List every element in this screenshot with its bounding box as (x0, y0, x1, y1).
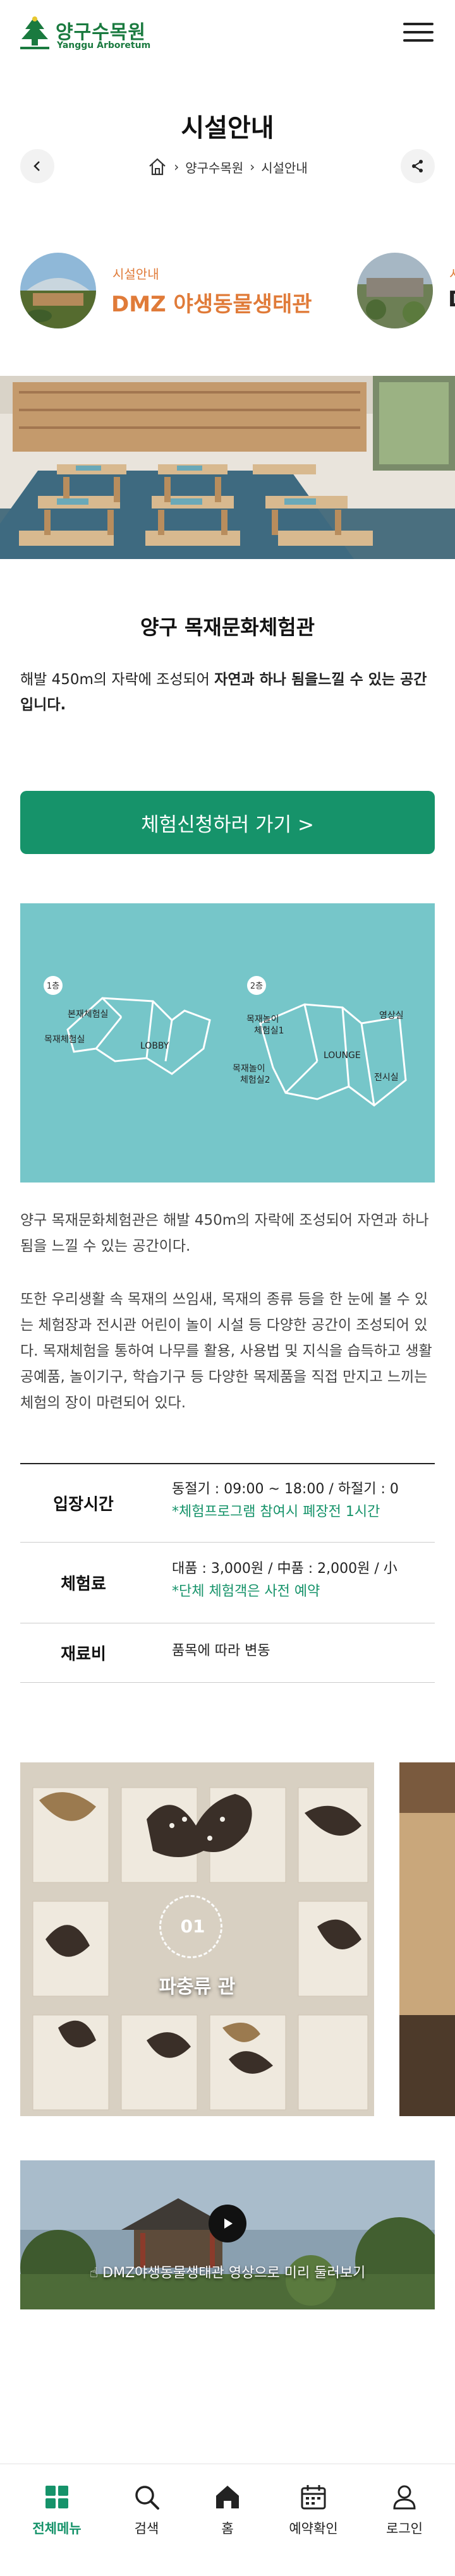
nav-label: 홈 (221, 2521, 234, 2536)
facility-category: 시 (449, 264, 455, 282)
nav-login[interactable]: 로그인 (359, 2477, 450, 2553)
hand-pointer-icon: ☝ (89, 2265, 103, 2281)
intro-text-prefix: 해발 450m의 자락에 조성되어 (20, 671, 215, 688)
room-label: LOUNGE (324, 1050, 361, 1061)
section-title: 양구 목재문화체험관 (140, 615, 315, 639)
room-label: 전시실 (374, 1073, 399, 1083)
chevron-right-icon: › (250, 159, 255, 174)
share-icon (412, 160, 423, 172)
chevron-right-icon: › (174, 159, 179, 174)
exhibit-gallery: 01 파충류 관 (20, 1762, 455, 2116)
gallery-number: 01 (180, 1916, 205, 1937)
info-value-line: 대품 : 3,000원 / 中품 : 2,000원 / 小 (172, 1561, 397, 1577)
nav-label: 전체메뉴 (32, 2521, 82, 2536)
room-label: 체험실2 (240, 1075, 270, 1085)
tree-logo-icon (20, 16, 49, 49)
video-caption: ☝ DMZ야생동물생태관 영상으로 미리 둘러보기 (20, 2261, 435, 2282)
nav-label: 로그인 (386, 2521, 423, 2536)
play-button[interactable] (209, 2205, 246, 2242)
info-value: 품목에 따라 변동 (172, 1640, 435, 1663)
hero-image (0, 376, 455, 559)
promo-video[interactable]: ☝ DMZ야생동물생태관 영상으로 미리 둘러보기 (20, 2160, 435, 2309)
info-key: 재료비 (61, 1645, 106, 1664)
nav-label: 예약확인 (289, 2521, 338, 2536)
room-label: LOBBY (140, 1041, 169, 1051)
info-table: 입장시간 동절기 : 09:00 ~ 18:00 / 하절기 : 0 *체험프로… (20, 1463, 435, 1683)
description-paragraph: 또한 우리생활 속 목재의 쓰임새, 목재의 종류 등을 한 눈에 볼 수 있는… (20, 1291, 432, 1411)
nav-label: 검색 (134, 2521, 159, 2536)
grid-icon (46, 2486, 68, 2508)
logo-english-text: Yanggu Arboretum (57, 40, 151, 51)
gallery-number-badge: 01 (159, 1895, 222, 1958)
intro-text: 해발 450m의 자락에 조성되어 자연과 하나 됨을느낄 수 있는 공간입니다… (20, 667, 437, 718)
room-label: 영상실 (379, 1011, 404, 1021)
floor-label: 1층 (47, 982, 59, 991)
gallery-slide[interactable]: 01 파충류 관 (20, 1762, 374, 2116)
facility-name: D (448, 287, 455, 312)
room-label: 목재놀이 (233, 1064, 265, 1074)
page-title: 시설안내 (181, 114, 274, 143)
info-note: *단체 체험객은 사전 예약 (172, 1584, 320, 1599)
floor-label: 2층 (250, 982, 263, 991)
info-value: 대품 : 3,000원 / 中품 : 2,000원 / 小 *단체 체험객은 사… (172, 1558, 435, 1603)
info-row: 체험료 대품 : 3,000원 / 中품 : 2,000원 / 小 *단체 체험… (20, 1543, 435, 1623)
info-value-line: 동절기 : 09:00 ~ 18:00 / 하절기 : 0 (172, 1481, 399, 1497)
gallery-slide[interactable] (399, 1762, 455, 2116)
hamburger-icon[interactable] (403, 20, 436, 44)
facility-thumbnail (20, 253, 96, 328)
user-icon (393, 2485, 416, 2510)
floor-map: 1층 본재체험실 목재체험실 LOBBY 2층 영상실 목재놀이 체험실1 목재… (20, 903, 435, 1183)
facility-card[interactable]: 시 D (357, 253, 455, 328)
info-value: 동절기 : 09:00 ~ 18:00 / 하절기 : 0 *체험프로그램 참여… (172, 1478, 435, 1524)
room-label: 체험실1 (254, 1026, 284, 1036)
share-button[interactable] (401, 149, 435, 183)
play-icon (224, 2218, 233, 2229)
info-value-line: 품목에 따라 변동 (172, 1643, 270, 1659)
info-note: *체험프로그램 참여시 폐장전 1시간 (172, 1504, 380, 1520)
facility-card[interactable]: 시설안내 DMZ 야생동물생태관 (20, 253, 336, 328)
nav-all-menu[interactable]: 전체메뉴 (11, 2477, 102, 2553)
home-icon[interactable] (147, 157, 167, 177)
chevron-left-icon (33, 161, 40, 171)
calendar-icon (301, 2485, 326, 2510)
breadcrumb: › 양구수목원 › 시설안내 (126, 155, 329, 178)
facility-name: DMZ 야생동물생태관 (111, 292, 312, 317)
video-caption-text: DMZ야생동물생태관 영상으로 미리 둘러보기 (102, 2265, 366, 2281)
bottom-navigation: 전체메뉴 검색 홈 예약확인 로그인 (0, 2464, 455, 2576)
breadcrumb-item[interactable]: 시설안내 (261, 158, 308, 176)
description-paragraph: 양구 목재문화체험관은 해발 450m의 자락에 조성되어 자연과 하나 됨을 … (20, 1212, 429, 1255)
info-key: 체험료 (61, 1575, 106, 1594)
info-row: 재료비 품목에 따라 변동 (20, 1623, 435, 1683)
nav-search[interactable]: 검색 (101, 2477, 192, 2553)
info-key: 입장시간 (53, 1495, 114, 1514)
back-button[interactable] (20, 149, 54, 183)
home-icon (216, 2486, 239, 2508)
nav-home[interactable]: 홈 (182, 2477, 273, 2553)
room-label: 본재체험실 (68, 1009, 108, 1020)
site-header: 양구수목원 Yanggu Arboretum (0, 0, 455, 66)
search-icon (135, 2486, 159, 2510)
nav-reservation-check[interactable]: 예약확인 (268, 2477, 359, 2553)
room-label: 목재체험실 (44, 1035, 85, 1045)
gallery-label: 파충류 관 (159, 1976, 236, 1998)
breadcrumb-item[interactable]: 양구수목원 (185, 158, 243, 176)
site-logo[interactable]: 양구수목원 Yanggu Arboretum (18, 13, 163, 53)
info-row: 입장시간 동절기 : 09:00 ~ 18:00 / 하절기 : 0 *체험프로… (20, 1464, 435, 1543)
apply-experience-button[interactable]: 체험신청하러 가기 > (20, 791, 435, 854)
facility-thumbnail (357, 253, 433, 328)
room-label: 목재놀이 (246, 1014, 279, 1025)
facility-category: 시설안내 (112, 267, 159, 282)
